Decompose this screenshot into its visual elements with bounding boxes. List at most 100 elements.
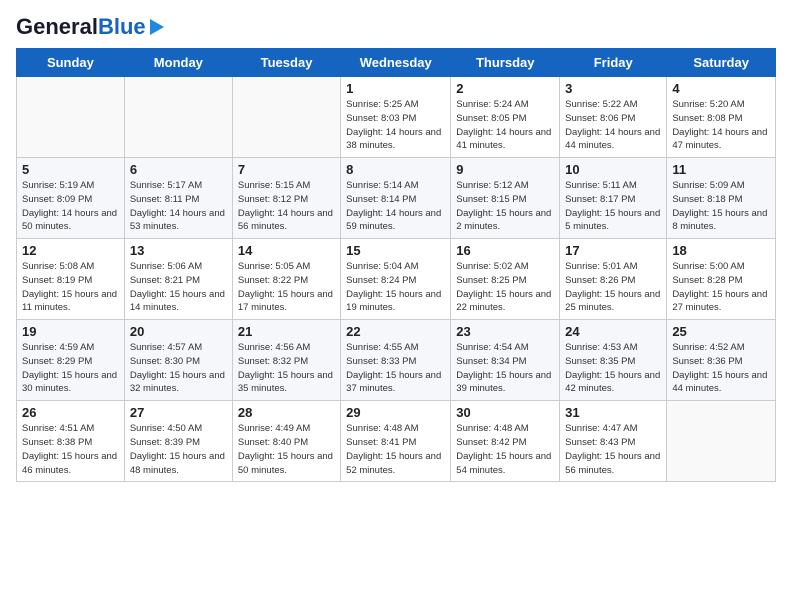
header: GeneralBlue (16, 16, 776, 38)
calendar-cell: 2 Sunrise: 5:24 AMSunset: 8:05 PMDaylight… (451, 77, 560, 158)
day-number: 28 (238, 405, 335, 420)
day-info: Sunrise: 5:19 AMSunset: 8:09 PMDaylight:… (22, 179, 119, 234)
day-info: Sunrise: 5:20 AMSunset: 8:08 PMDaylight:… (672, 98, 770, 153)
day-info: Sunrise: 4:55 AMSunset: 8:33 PMDaylight:… (346, 341, 445, 396)
calendar-cell: 16 Sunrise: 5:02 AMSunset: 8:25 PMDayligh… (451, 239, 560, 320)
weekday-header-monday: Monday (124, 49, 232, 77)
day-number: 30 (456, 405, 554, 420)
day-info: Sunrise: 5:15 AMSunset: 8:12 PMDaylight:… (238, 179, 335, 234)
calendar-table: SundayMondayTuesdayWednesdayThursdayFrid… (16, 48, 776, 482)
calendar-cell: 4Sunrise: 5:20 AMSunset: 8:08 PMDaylight… (667, 77, 776, 158)
day-info: Sunrise: 4:49 AMSunset: 8:40 PMDaylight:… (238, 422, 335, 477)
day-info: Sunrise: 5:12 AMSunset: 8:15 PMDaylight:… (456, 179, 554, 234)
logo-text: GeneralBlue (16, 16, 146, 38)
day-number: 21 (238, 324, 335, 339)
day-info: Sunrise: 4:47 AMSunset: 8:43 PMDaylight:… (565, 422, 661, 477)
day-info: Sunrise: 4:51 AMSunset: 8:38 PMDaylight:… (22, 422, 119, 477)
calendar-cell: 8Sunrise: 5:14 AMSunset: 8:14 PMDaylight… (341, 158, 451, 239)
calendar-week-4: 19 Sunrise: 4:59 AMSunset: 8:29 PMDayligh… (17, 320, 776, 401)
calendar-cell: 6 Sunrise: 5:17 AMSunset: 8:11 PMDaylight… (124, 158, 232, 239)
day-info: Sunrise: 4:48 AMSunset: 8:41 PMDaylight:… (346, 422, 445, 477)
logo-arrow-icon (150, 19, 164, 35)
calendar-cell: 1 Sunrise: 5:25 AMSunset: 8:03 PMDaylight… (341, 77, 451, 158)
day-number: 17 (565, 243, 661, 258)
day-number: 23 (456, 324, 554, 339)
calendar-cell: 28 Sunrise: 4:49 AMSunset: 8:40 PMDayligh… (232, 401, 340, 482)
calendar-cell: 26Sunrise: 4:51 AMSunset: 8:38 PMDayligh… (17, 401, 125, 482)
calendar-cell: 12 Sunrise: 5:08 AMSunset: 8:19 PMDayligh… (17, 239, 125, 320)
calendar-cell (17, 77, 125, 158)
day-info: Sunrise: 5:09 AMSunset: 8:18 PMDaylight:… (672, 179, 770, 234)
calendar-cell (124, 77, 232, 158)
weekday-header-thursday: Thursday (451, 49, 560, 77)
calendar-cell: 19 Sunrise: 4:59 AMSunset: 8:29 PMDayligh… (17, 320, 125, 401)
calendar-cell: 3 Sunrise: 5:22 AMSunset: 8:06 PMDaylight… (560, 77, 667, 158)
calendar-week-5: 26Sunrise: 4:51 AMSunset: 8:38 PMDayligh… (17, 401, 776, 482)
calendar-cell: 22 Sunrise: 4:55 AMSunset: 8:33 PMDayligh… (341, 320, 451, 401)
day-info: Sunrise: 5:02 AMSunset: 8:25 PMDaylight:… (456, 260, 554, 315)
day-info: Sunrise: 5:24 AMSunset: 8:05 PMDaylight:… (456, 98, 554, 153)
calendar-cell: 5 Sunrise: 5:19 AMSunset: 8:09 PMDaylight… (17, 158, 125, 239)
day-number: 9 (456, 162, 554, 177)
calendar-cell: 7Sunrise: 5:15 AMSunset: 8:12 PMDaylight… (232, 158, 340, 239)
day-number: 5 (22, 162, 119, 177)
day-info: Sunrise: 4:59 AMSunset: 8:29 PMDaylight:… (22, 341, 119, 396)
day-number: 11 (672, 162, 770, 177)
calendar-week-1: 1 Sunrise: 5:25 AMSunset: 8:03 PMDaylight… (17, 77, 776, 158)
day-number: 31 (565, 405, 661, 420)
day-info: Sunrise: 5:00 AMSunset: 8:28 PMDaylight:… (672, 260, 770, 315)
weekday-header-sunday: Sunday (17, 49, 125, 77)
calendar-cell: 9 Sunrise: 5:12 AMSunset: 8:15 PMDaylight… (451, 158, 560, 239)
day-number: 29 (346, 405, 445, 420)
weekday-header-tuesday: Tuesday (232, 49, 340, 77)
day-number: 1 (346, 81, 445, 96)
calendar-cell: 30 Sunrise: 4:48 AMSunset: 8:42 PMDayligh… (451, 401, 560, 482)
calendar-cell: 25 Sunrise: 4:52 AMSunset: 8:36 PMDayligh… (667, 320, 776, 401)
day-number: 15 (346, 243, 445, 258)
day-info: Sunrise: 4:48 AMSunset: 8:42 PMDaylight:… (456, 422, 554, 477)
calendar-cell (667, 401, 776, 482)
day-number: 12 (22, 243, 119, 258)
day-number: 3 (565, 81, 661, 96)
day-number: 16 (456, 243, 554, 258)
calendar-cell: 29 Sunrise: 4:48 AMSunset: 8:41 PMDayligh… (341, 401, 451, 482)
day-number: 22 (346, 324, 445, 339)
calendar-cell: 10Sunrise: 5:11 AMSunset: 8:17 PMDayligh… (560, 158, 667, 239)
calendar-cell: 14Sunrise: 5:05 AMSunset: 8:22 PMDayligh… (232, 239, 340, 320)
weekday-header-wednesday: Wednesday (341, 49, 451, 77)
weekday-header-row: SundayMondayTuesdayWednesdayThursdayFrid… (17, 49, 776, 77)
day-info: Sunrise: 4:53 AMSunset: 8:35 PMDaylight:… (565, 341, 661, 396)
day-number: 27 (130, 405, 227, 420)
calendar-cell: 17 Sunrise: 5:01 AMSunset: 8:26 PMDayligh… (560, 239, 667, 320)
day-info: Sunrise: 5:05 AMSunset: 8:22 PMDaylight:… (238, 260, 335, 315)
day-info: Sunrise: 4:50 AMSunset: 8:39 PMDaylight:… (130, 422, 227, 477)
day-info: Sunrise: 5:06 AMSunset: 8:21 PMDaylight:… (130, 260, 227, 315)
day-info: Sunrise: 4:56 AMSunset: 8:32 PMDaylight:… (238, 341, 335, 396)
day-info: Sunrise: 4:52 AMSunset: 8:36 PMDaylight:… (672, 341, 770, 396)
calendar-page: GeneralBlue SundayMondayTuesdayWednesday… (0, 0, 792, 612)
day-info: Sunrise: 4:57 AMSunset: 8:30 PMDaylight:… (130, 341, 227, 396)
day-number: 10 (565, 162, 661, 177)
calendar-cell: 18Sunrise: 5:00 AMSunset: 8:28 PMDayligh… (667, 239, 776, 320)
calendar-cell: 11 Sunrise: 5:09 AMSunset: 8:18 PMDayligh… (667, 158, 776, 239)
day-number: 13 (130, 243, 227, 258)
day-number: 19 (22, 324, 119, 339)
day-info: Sunrise: 5:25 AMSunset: 8:03 PMDaylight:… (346, 98, 445, 153)
calendar-cell: 27 Sunrise: 4:50 AMSunset: 8:39 PMDayligh… (124, 401, 232, 482)
day-number: 24 (565, 324, 661, 339)
calendar-week-3: 12 Sunrise: 5:08 AMSunset: 8:19 PMDayligh… (17, 239, 776, 320)
day-number: 25 (672, 324, 770, 339)
day-info: Sunrise: 5:01 AMSunset: 8:26 PMDaylight:… (565, 260, 661, 315)
day-number: 8 (346, 162, 445, 177)
calendar-cell: 23 Sunrise: 4:54 AMSunset: 8:34 PMDayligh… (451, 320, 560, 401)
day-info: Sunrise: 4:54 AMSunset: 8:34 PMDaylight:… (456, 341, 554, 396)
calendar-cell: 31 Sunrise: 4:47 AMSunset: 8:43 PMDayligh… (560, 401, 667, 482)
logo: GeneralBlue (16, 16, 164, 38)
calendar-cell: 24 Sunrise: 4:53 AMSunset: 8:35 PMDayligh… (560, 320, 667, 401)
day-info: Sunrise: 5:22 AMSunset: 8:06 PMDaylight:… (565, 98, 661, 153)
day-number: 2 (456, 81, 554, 96)
calendar-week-2: 5 Sunrise: 5:19 AMSunset: 8:09 PMDaylight… (17, 158, 776, 239)
day-info: Sunrise: 5:08 AMSunset: 8:19 PMDaylight:… (22, 260, 119, 315)
day-number: 6 (130, 162, 227, 177)
day-info: Sunrise: 5:17 AMSunset: 8:11 PMDaylight:… (130, 179, 227, 234)
